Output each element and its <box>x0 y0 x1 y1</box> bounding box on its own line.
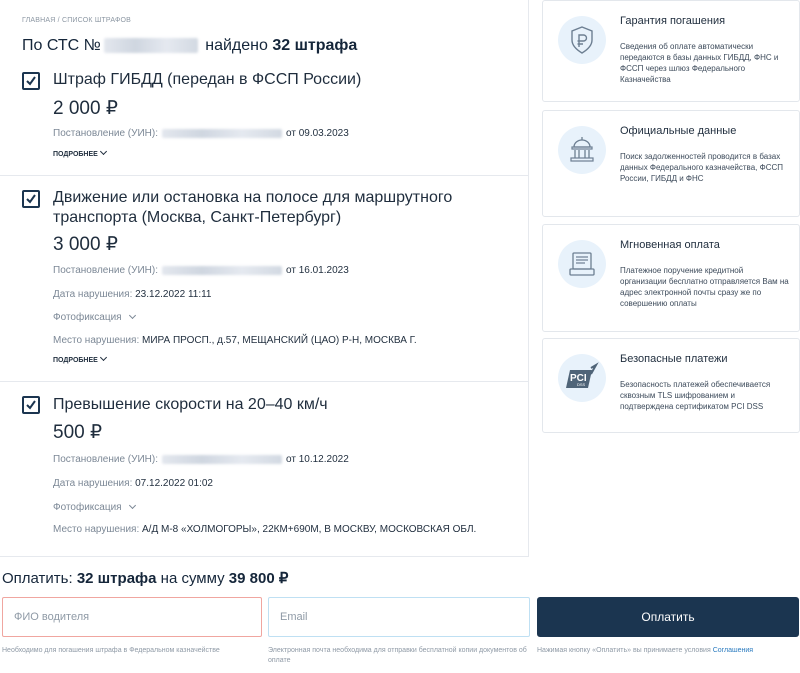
card-guarantee: Гарантия погашения Сведения об оплате ав… <box>542 0 800 102</box>
place-row: Место нарушения: МИРА ПРОСП., д.57, МЕЩА… <box>53 332 493 350</box>
card-instant: Мгновенная оплата Платежное поручение кр… <box>542 224 800 332</box>
place-value: МИРА ПРОСП., д.57, МЕЩАНСКИЙ (ЦАО) Р-Н, … <box>142 335 417 346</box>
card-text: Поиск задолженностей проводится в базах … <box>620 152 783 183</box>
card-title: Гарантия погашения <box>620 15 726 27</box>
email-hint: Электронная почта необходима для отправк… <box>268 647 527 664</box>
resolution-row: Постановление (УИН): от 10.12.2022 <box>53 454 349 465</box>
place-label: Место нарушения: <box>53 524 140 535</box>
violation-date: 23.12.2022 11:11 <box>135 289 212 300</box>
resolution-date: от 16.01.2023 <box>286 265 349 276</box>
fine-item: Движение или остановка на полосе для мар… <box>0 175 528 381</box>
card-text: Платежное поручение кредитной организаци… <box>620 266 789 308</box>
pay-count: 32 штрафа <box>76 570 157 587</box>
violation-label: Дата нарушения: <box>53 478 133 489</box>
shield-ruble-icon <box>558 16 606 64</box>
violation-date-row: Дата нарушения: 23.12.2022 11:11 <box>53 289 212 300</box>
fine-title: Движение или остановка на полосе для мар… <box>53 189 453 226</box>
card-title: Безопасные платежи <box>620 353 728 365</box>
payment-total: Оплатить: 32 штрафа на сумму 39 800 ₽ <box>2 569 288 587</box>
terms-link[interactable]: Соглашения <box>713 647 753 654</box>
more-button[interactable]: ПОДРОБНЕЕ <box>53 147 107 158</box>
check-icon <box>26 76 36 86</box>
government-building-icon <box>558 126 606 174</box>
more-button[interactable]: ПОДРОБНЕЕ <box>53 353 107 364</box>
resolution-row: Постановление (УИН): от 09.03.2023 <box>53 128 349 139</box>
uin-redacted <box>162 265 282 275</box>
pay-prefix: Оплатить: <box>2 570 77 587</box>
card-title: Мгновенная оплата <box>620 239 720 251</box>
card-title: Официальные данные <box>620 125 737 137</box>
fine-amount: 2 000 ₽ <box>53 98 118 119</box>
terms-text: Нажимая кнопку «Оплатить» вы принимаете … <box>537 647 713 654</box>
resolution-date: от 09.03.2023 <box>286 128 349 139</box>
resolution-label: Постановление (УИН): <box>53 454 158 465</box>
violation-date: 07.12.2022 01:02 <box>135 478 213 489</box>
photo-label: Фотофиксация <box>53 502 122 513</box>
fine-checkbox[interactable] <box>22 72 40 90</box>
check-icon <box>26 400 36 410</box>
pay-middle: на сумму <box>156 570 229 587</box>
fine-title: Штраф ГИБДД (передан в ФССП России) <box>53 71 362 88</box>
violation-label: Дата нарушения: <box>53 289 133 300</box>
place-row: Место нарушения: А/Д М-8 «ХОЛМОГОРЫ», 22… <box>53 521 493 539</box>
chevron-down-icon <box>99 147 107 156</box>
resolution-row: Постановление (УИН): от 16.01.2023 <box>53 265 349 276</box>
chevron-down-icon <box>128 501 136 510</box>
card-text: Сведения об оплате автоматически передаю… <box>620 42 779 84</box>
photo-toggle[interactable]: Фотофиксация <box>53 311 136 323</box>
more-label: ПОДРОБНЕЕ <box>53 357 98 364</box>
terms-hint: Нажимая кнопку «Оплатить» вы принимаете … <box>537 646 799 656</box>
resolution-date: от 10.12.2022 <box>286 454 349 465</box>
pay-button[interactable]: Оплатить <box>537 597 799 637</box>
fine-item: Штраф ГИБДД (передан в ФССП России) 2 00… <box>0 0 528 175</box>
check-icon <box>26 194 36 204</box>
fine-checkbox[interactable] <box>22 190 40 208</box>
chevron-down-icon <box>99 353 107 362</box>
chevron-down-icon <box>128 311 136 320</box>
photo-label: Фотофиксация <box>53 312 122 323</box>
fine-item: Превышение скорости на 20–40 км/ч 500 ₽ … <box>0 381 528 556</box>
driver-name-input[interactable] <box>2 597 262 637</box>
uin-redacted <box>162 128 282 138</box>
more-label: ПОДРОБНЕЕ <box>53 151 98 158</box>
place-label: Место нарушения: <box>53 335 140 346</box>
photo-toggle[interactable]: Фотофиксация <box>53 501 136 513</box>
payment-bar: Оплатить: 32 штрафа на сумму 39 800 ₽ Оп… <box>0 557 800 673</box>
email-input[interactable] <box>268 597 530 637</box>
payment-terminal-icon <box>558 240 606 288</box>
resolution-label: Постановление (УИН): <box>53 128 158 139</box>
name-hint: Необходимо для погашения штрафа в Федера… <box>2 647 220 654</box>
card-secure: PCI DSS Безопасные платежи Безопасность п… <box>542 338 800 433</box>
pci-dss-icon: PCI DSS <box>558 354 606 402</box>
resolution-label: Постановление (УИН): <box>53 265 158 276</box>
card-text: Безопасность платежей обеспечивается скв… <box>620 380 771 411</box>
uin-redacted <box>162 454 282 464</box>
card-official: Официальные данные Поиск задолженностей … <box>542 110 800 217</box>
fines-panel: ГЛАВНАЯ / СПИСОК ШТРАФОВ По СТС № найден… <box>0 0 529 557</box>
place-value: А/Д М-8 «ХОЛМОГОРЫ», 22КМ+690М, В МОСКВУ… <box>142 524 477 535</box>
violation-date-row: Дата нарушения: 07.12.2022 01:02 <box>53 478 213 489</box>
fine-checkbox[interactable] <box>22 396 40 414</box>
fine-amount: 3 000 ₽ <box>53 234 118 255</box>
fine-amount: 500 ₽ <box>53 422 103 443</box>
pay-sum: 39 800 ₽ <box>228 570 289 587</box>
svg-text:DSS: DSS <box>577 382 586 387</box>
fine-title: Превышение скорости на 20–40 км/ч <box>53 396 328 413</box>
